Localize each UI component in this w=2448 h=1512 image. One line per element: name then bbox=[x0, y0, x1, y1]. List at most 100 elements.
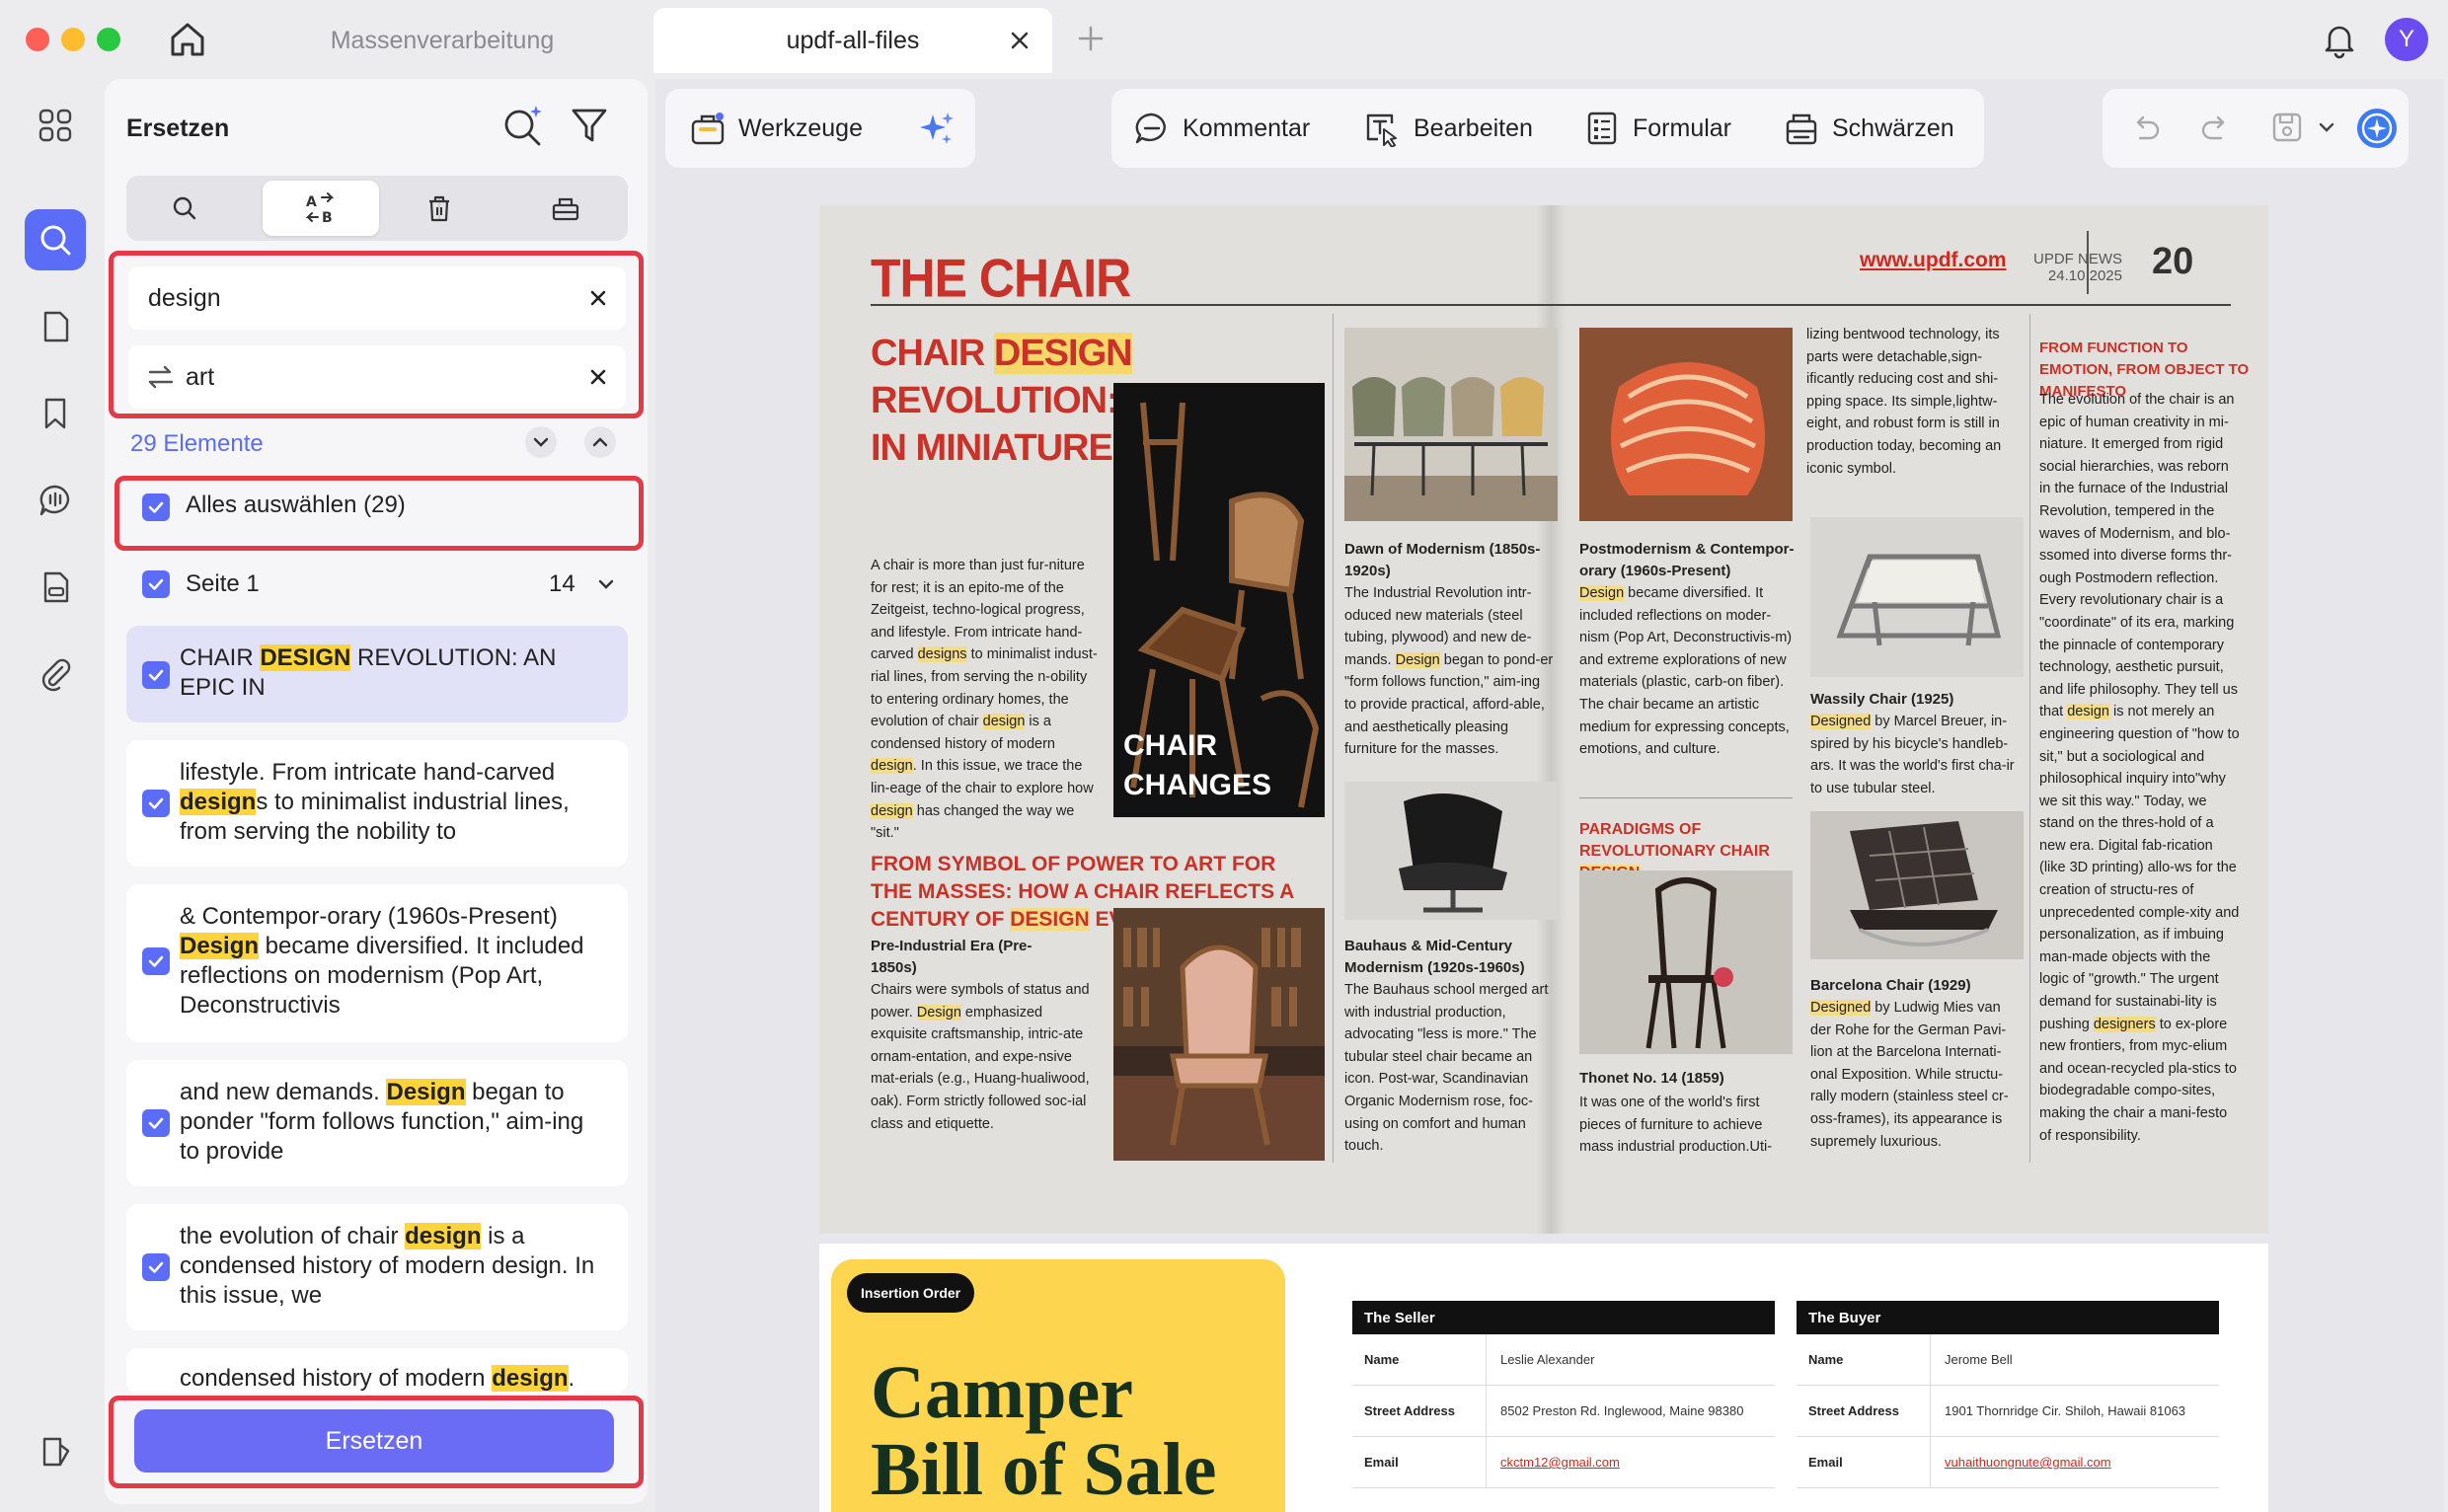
rail-pages[interactable] bbox=[25, 296, 86, 357]
ai-search-icon[interactable] bbox=[499, 103, 545, 148]
result-checkbox[interactable] bbox=[142, 947, 170, 975]
barcelona-chair-image bbox=[1810, 811, 2024, 959]
previous-result-button[interactable] bbox=[584, 426, 616, 458]
undo-icon[interactable] bbox=[2128, 111, 2164, 146]
chevron-up-icon bbox=[592, 437, 608, 447]
intro-paragraph: A chair is more than just fur-niture for… bbox=[871, 558, 1098, 842]
rail-forms[interactable] bbox=[25, 557, 86, 618]
result-text: the evolution of chair design is a conde… bbox=[180, 1223, 595, 1309]
new-tab-icon[interactable] bbox=[1076, 24, 1106, 53]
filter-icon[interactable] bbox=[569, 105, 610, 146]
panel-title: Ersetzen bbox=[126, 114, 230, 142]
select-all-checkbox[interactable] bbox=[142, 493, 170, 521]
section-paragraph: Chairs were symbols of status and power.… bbox=[871, 982, 1090, 1132]
form-button[interactable]: Formular bbox=[1583, 107, 1731, 150]
title-bar: Massenverarbeitung updf-all-files Y bbox=[0, 0, 2448, 77]
comment-list-icon bbox=[39, 485, 70, 516]
chevron-down-icon[interactable] bbox=[596, 574, 616, 594]
close-tab-icon[interactable] bbox=[1009, 30, 1031, 51]
result-item[interactable]: CHAIR DESIGN REVOLUTION: AN EPIC IN bbox=[126, 626, 628, 722]
rail-comments[interactable] bbox=[25, 470, 86, 531]
replace-input[interactable]: art bbox=[128, 345, 626, 409]
bookmark-icon bbox=[44, 398, 66, 429]
redact-icon bbox=[1786, 113, 1817, 145]
minimize-window-button[interactable] bbox=[61, 28, 85, 51]
result-item[interactable]: condensed history of modern design. bbox=[126, 1348, 628, 1394]
rail-sidebar-toggle[interactable] bbox=[25, 1421, 86, 1482]
search-icon bbox=[173, 196, 196, 220]
next-result-button[interactable] bbox=[525, 426, 557, 458]
close-window-button[interactable] bbox=[26, 28, 49, 51]
edit-button[interactable]: Bearbeiten bbox=[1364, 107, 1533, 150]
checkmark-icon bbox=[148, 669, 164, 681]
checkmark-icon bbox=[148, 1261, 164, 1273]
section-subtitle: Thonet No. 14 (1859) bbox=[1579, 1070, 1724, 1087]
newspaper-title: THE CHAIR bbox=[871, 248, 1131, 309]
table-row: Email vuhaithuongnute@gmail.com bbox=[1797, 1437, 2219, 1488]
checkmark-icon bbox=[148, 501, 164, 513]
search-input[interactable]: design bbox=[128, 266, 626, 330]
section-paragraph: Designed by Marcel Breuer, in-spired by … bbox=[1810, 714, 2015, 796]
rail-bookmarks[interactable] bbox=[25, 383, 86, 444]
eames-chairs-image bbox=[1344, 328, 1558, 521]
result-checkbox[interactable] bbox=[142, 661, 170, 689]
home-icon[interactable] bbox=[166, 18, 209, 61]
result-item[interactable]: & Contempor-orary (1960s-Present) Design… bbox=[126, 884, 628, 1042]
checkmark-icon bbox=[148, 955, 164, 967]
toolbox-icon bbox=[691, 113, 725, 145]
result-checkbox[interactable] bbox=[142, 1253, 170, 1281]
result-item[interactable]: and new demands. Design began to ponder … bbox=[126, 1060, 628, 1186]
mode-replace[interactable]: A B bbox=[263, 181, 379, 236]
replace-panel: Ersetzen A B design art 29 Elemente Alle… bbox=[105, 79, 648, 1504]
rail-attachments[interactable] bbox=[25, 643, 86, 705]
rail-search[interactable] bbox=[25, 209, 86, 270]
edit-text-icon bbox=[1366, 113, 1397, 147]
mode-search[interactable] bbox=[126, 181, 243, 236]
tools-button[interactable]: Werkzeuge bbox=[689, 107, 863, 150]
clear-replace-icon[interactable] bbox=[588, 367, 608, 387]
page-checkbox[interactable] bbox=[142, 570, 170, 598]
tools-label: Werkzeuge bbox=[738, 113, 863, 142]
edit-modes-group: Kommentar Bearbeiten Formular Schwärzen bbox=[1111, 89, 1984, 168]
section-subtitle: Postmodernism & Contempor-orary (1960s-P… bbox=[1579, 541, 1795, 579]
chevron-down-icon bbox=[533, 437, 549, 447]
avatar[interactable]: Y bbox=[2385, 18, 2428, 61]
zoom-window-button[interactable] bbox=[97, 28, 120, 51]
svg-text:A: A bbox=[306, 194, 317, 210]
paperclip-icon bbox=[41, 658, 71, 692]
ai-sparkle-icon[interactable] bbox=[916, 109, 957, 150]
result-text: & Contempor-orary (1960s-Present) Design… bbox=[180, 903, 584, 1019]
save-icon[interactable] bbox=[2268, 109, 2306, 146]
document-area: Werkzeuge Kommentar Bearbeiten Formular … bbox=[655, 79, 2444, 1512]
document-form-icon bbox=[43, 571, 69, 603]
mode-delete[interactable] bbox=[381, 181, 497, 236]
pdf-document: THE CHAIR www.updf.com UPDF NEWS 24.10.2… bbox=[819, 205, 2268, 1512]
section-subtitle: Pre-Industrial Era (Pre-1850s) bbox=[871, 938, 1033, 976]
lounge-chair-image bbox=[1344, 782, 1558, 920]
newspaper-url[interactable]: www.updf.com bbox=[1860, 249, 2007, 272]
ai-assistant-icon[interactable] bbox=[2353, 105, 2401, 152]
comment-button[interactable]: Kommentar bbox=[1133, 107, 1310, 150]
tab-label: updf-all-files bbox=[786, 26, 920, 54]
newspaper-issue: UPDF NEWS 24.10.2025 bbox=[2033, 251, 2122, 284]
result-text: and new demands. Design began to ponder … bbox=[180, 1079, 584, 1165]
tab-massenverarbeitung[interactable]: Massenverarbeitung bbox=[243, 8, 642, 73]
result-item[interactable]: lifestyle. From intricate hand-carved de… bbox=[126, 740, 628, 867]
tab-updf-all-files[interactable]: updf-all-files bbox=[653, 8, 1052, 73]
bill-title: Camper Bill of Sale bbox=[871, 1351, 1217, 1511]
tool-rail bbox=[0, 77, 105, 1512]
result-item[interactable]: the evolution of chair design is a conde… bbox=[126, 1204, 628, 1330]
redo-icon[interactable] bbox=[2197, 111, 2233, 146]
result-text: condensed history of modern design. bbox=[180, 1365, 575, 1392]
seller-table: The Seller Name Leslie Alexander Street A… bbox=[1352, 1301, 1775, 1488]
result-checkbox[interactable] bbox=[142, 790, 170, 817]
rail-thumbnails[interactable] bbox=[25, 95, 86, 156]
clear-search-icon[interactable] bbox=[588, 288, 608, 308]
chevron-down-icon[interactable] bbox=[2318, 118, 2335, 136]
replace-button[interactable]: Ersetzen bbox=[134, 1409, 614, 1473]
bell-icon[interactable] bbox=[2320, 20, 2359, 59]
result-checkbox[interactable] bbox=[142, 1109, 170, 1137]
section-subtitle: Dawn of Modernism (1850s-1920s) bbox=[1344, 541, 1541, 579]
redact-button[interactable]: Schwärzen bbox=[1783, 107, 1954, 150]
mode-redact[interactable] bbox=[507, 181, 624, 236]
